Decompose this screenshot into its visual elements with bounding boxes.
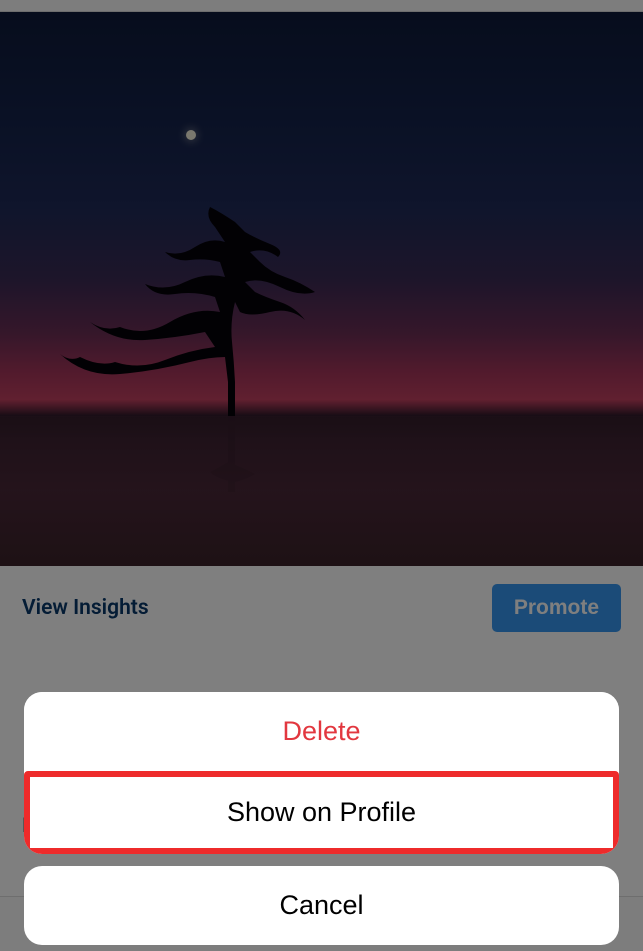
- action-sheet-options: Delete Show on Profile: [24, 692, 619, 854]
- action-sheet: Delete Show on Profile Cancel: [24, 692, 619, 945]
- highlighted-option: Show on Profile: [24, 771, 619, 854]
- action-sheet-cancel: Cancel: [24, 866, 619, 945]
- delete-button[interactable]: Delete: [24, 692, 619, 771]
- show-on-profile-button[interactable]: Show on Profile: [30, 777, 613, 848]
- cancel-button[interactable]: Cancel: [24, 866, 619, 945]
